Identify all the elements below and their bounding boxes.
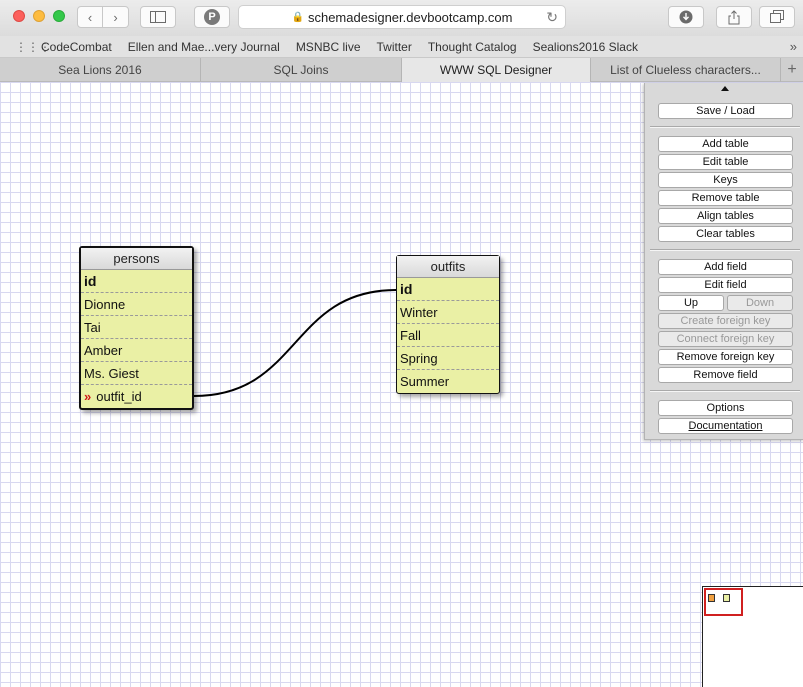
url-text: schemadesigner.devbootcamp.com — [307, 9, 513, 25]
share-button[interactable] — [716, 6, 752, 28]
minimap-viewport[interactable] — [704, 588, 743, 616]
add-table-button[interactable]: Add table — [658, 136, 793, 152]
documentation-button[interactable]: Documentation — [658, 418, 793, 434]
table-field[interactable]: Fall — [397, 324, 499, 347]
minimap-table — [723, 594, 730, 602]
tab-sql-joins[interactable]: SQL Joins — [201, 58, 402, 82]
table-field[interactable]: Summer — [397, 370, 499, 393]
tab-www-sql-designer[interactable]: WWW SQL Designer — [402, 58, 591, 82]
table-field[interactable]: Spring — [397, 347, 499, 370]
add-field-button[interactable]: Add field — [658, 259, 793, 275]
tabs-icon — [770, 10, 784, 23]
panel-divider — [650, 126, 800, 128]
remove-foreign-key-button[interactable]: Remove foreign key — [658, 349, 793, 365]
pinterest-button[interactable]: P — [194, 6, 230, 28]
bookmarks-bar: ⋮⋮⋮ CodeCombat Ellen and Mae...very Jour… — [0, 36, 803, 58]
downloads-button[interactable] — [668, 6, 704, 28]
table-outfits[interactable]: outfits id Winter Fall Spring Summer — [396, 255, 500, 394]
chevron-right-icon: › — [113, 9, 118, 25]
move-field-up-button[interactable]: Up — [658, 295, 724, 311]
reload-icon[interactable]: ↻ — [546, 9, 558, 26]
table-field[interactable]: id — [397, 278, 499, 301]
edit-table-button[interactable]: Edit table — [658, 154, 793, 170]
sidebar-toggle-button[interactable] — [140, 6, 176, 28]
pinterest-icon: P — [204, 9, 220, 25]
foreign-key-icon: » — [84, 389, 92, 404]
tab-overview-button[interactable] — [759, 6, 795, 28]
table-field[interactable]: Ms. Giest — [81, 362, 192, 385]
table-field[interactable]: Tai — [81, 316, 192, 339]
table-field-foreign-key[interactable]: » outfit_id — [81, 385, 192, 408]
zoom-window-button[interactable] — [53, 10, 65, 22]
save-load-button[interactable]: Save / Load — [658, 103, 793, 119]
panel-divider — [650, 390, 800, 392]
bookmark-item[interactable]: Thought Catalog — [428, 40, 517, 54]
tab-clueless-characters[interactable]: List of Clueless characters... — [591, 58, 781, 82]
tab-strip: Sea Lions 2016 SQL Joins WWW SQL Designe… — [0, 58, 803, 82]
minimap[interactable] — [702, 586, 803, 687]
bookmark-item[interactable]: Sealions2016 Slack — [533, 40, 638, 54]
table-title[interactable]: persons — [81, 248, 192, 270]
panel-divider — [650, 249, 800, 251]
field-label: outfit_id — [96, 389, 142, 404]
table-persons[interactable]: persons id Dionne Tai Amber Ms. Giest » … — [79, 246, 194, 410]
clear-tables-button[interactable]: Clear tables — [658, 226, 793, 242]
table-title[interactable]: outfits — [397, 256, 499, 278]
minimize-window-button[interactable] — [33, 10, 45, 22]
table-field[interactable]: Winter — [397, 301, 499, 324]
connect-foreign-key-button[interactable]: Connect foreign key — [658, 331, 793, 347]
sidebar-icon — [150, 11, 166, 23]
bookmark-item[interactable]: Ellen and Mae...very Journal — [128, 40, 280, 54]
grid-icon[interactable]: ⋮⋮⋮ — [15, 40, 51, 54]
bookmark-item[interactable]: CodeCombat — [41, 40, 112, 54]
tab-sea-lions[interactable]: Sea Lions 2016 — [0, 58, 201, 82]
download-icon — [679, 10, 693, 24]
new-tab-icon[interactable]: + — [781, 58, 803, 82]
align-tables-button[interactable]: Align tables — [658, 208, 793, 224]
keys-button[interactable]: Keys — [658, 172, 793, 188]
design-canvas[interactable]: persons id Dionne Tai Amber Ms. Giest » … — [0, 82, 803, 687]
bookmark-item[interactable]: Twitter — [377, 40, 412, 54]
edit-field-button[interactable]: Edit field — [658, 277, 793, 293]
address-bar[interactable]: 🔒 schemadesigner.devbootcamp.com ↻ — [238, 5, 566, 29]
table-field[interactable]: id — [81, 270, 192, 293]
collapse-panel-icon[interactable] — [721, 86, 729, 91]
bookmark-item[interactable]: MSNBC live — [296, 40, 361, 54]
remove-field-button[interactable]: Remove field — [658, 367, 793, 383]
forward-button[interactable]: › — [103, 6, 129, 28]
control-panel: Save / Load Add table Edit table Keys Re… — [644, 83, 803, 440]
close-window-button[interactable] — [13, 10, 25, 22]
chevron-left-icon: ‹ — [87, 9, 93, 25]
lock-icon: 🔒 — [291, 11, 304, 23]
back-button[interactable]: ‹ — [77, 6, 103, 28]
share-icon — [728, 9, 740, 24]
remove-table-button[interactable]: Remove table — [658, 190, 793, 206]
options-button[interactable]: Options — [658, 400, 793, 416]
move-field-down-button[interactable]: Down — [727, 295, 793, 311]
create-foreign-key-button[interactable]: Create foreign key — [658, 313, 793, 329]
table-field[interactable]: Dionne — [81, 293, 192, 316]
more-bookmarks-icon[interactable]: » — [790, 39, 797, 54]
minimap-table — [708, 594, 715, 602]
browser-titlebar: ‹ › P 🔒 schemadesigner.devbootcamp.com ↻ — [0, 0, 803, 36]
table-field[interactable]: Amber — [81, 339, 192, 362]
